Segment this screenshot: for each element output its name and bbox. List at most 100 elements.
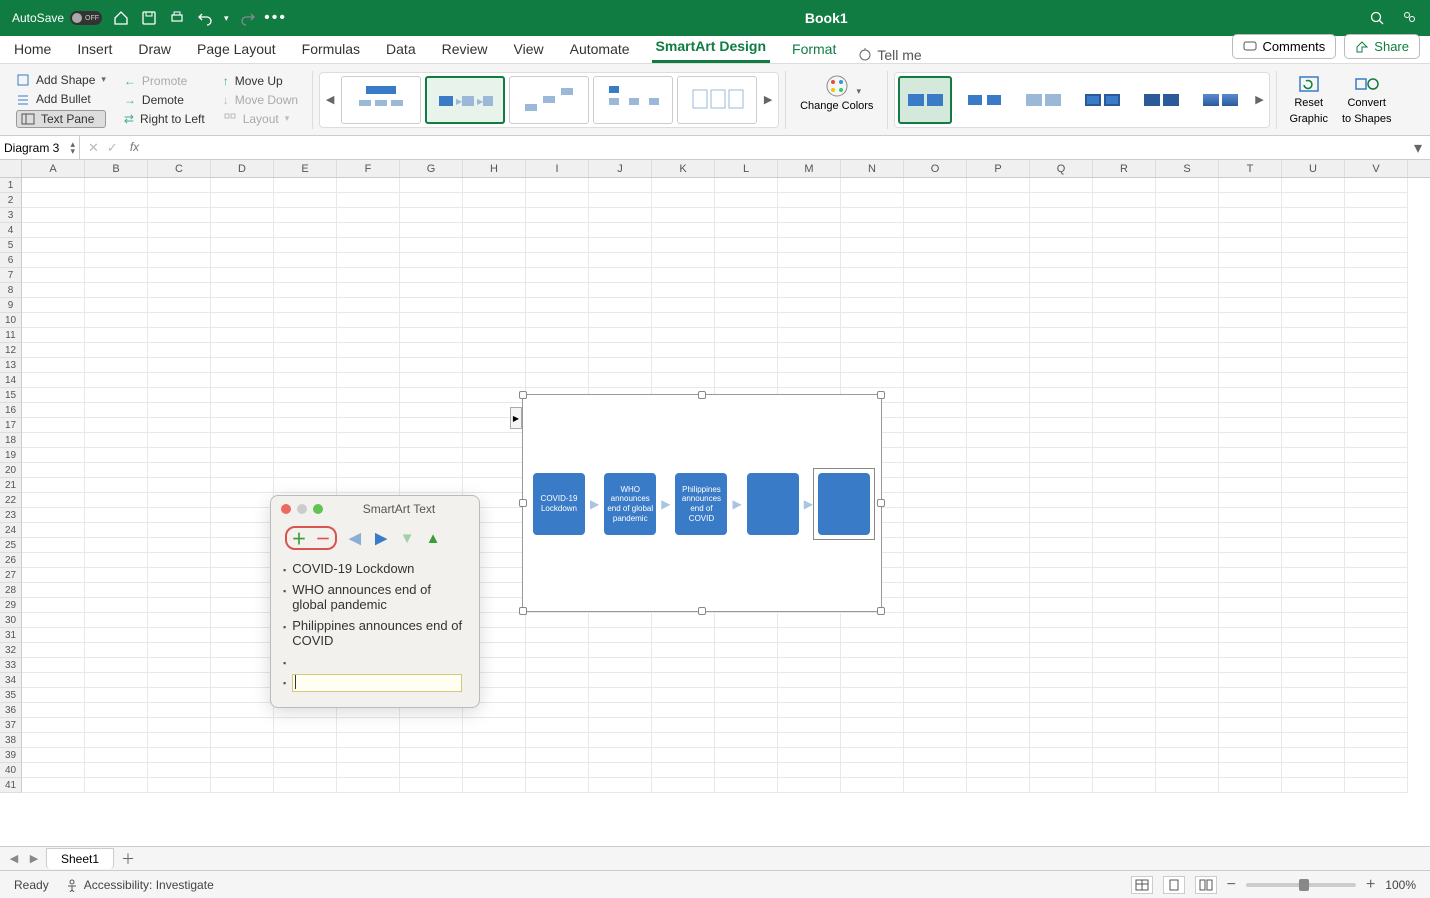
row-header[interactable]: 18 [0, 433, 22, 448]
tab-automate[interactable]: Automate [566, 37, 634, 63]
col-header[interactable]: L [715, 160, 778, 177]
row-header[interactable]: 17 [0, 418, 22, 433]
zoom-out-button[interactable]: − [1227, 876, 1236, 894]
text-pane-item[interactable]: ▪WHO announces end of global pandemic [283, 579, 467, 615]
style-option-5[interactable] [1134, 76, 1188, 124]
col-header[interactable]: U [1282, 160, 1345, 177]
row-header[interactable]: 16 [0, 403, 22, 418]
save-icon[interactable] [140, 9, 158, 27]
move-down-arrow-icon[interactable]: ▼ [399, 530, 415, 546]
smartart-box-3[interactable]: Philippines announces end of COVID [675, 473, 727, 535]
row-header[interactable]: 32 [0, 643, 22, 658]
accessibility-status[interactable]: Accessibility: Investigate [65, 878, 214, 892]
row-header[interactable]: 28 [0, 583, 22, 598]
undo-dropdown-icon[interactable]: ▾ [224, 13, 229, 24]
row-header[interactable]: 10 [0, 313, 22, 328]
add-item-button[interactable]: ＋ [291, 530, 307, 546]
row-header[interactable]: 1 [0, 178, 22, 193]
row-header[interactable]: 37 [0, 718, 22, 733]
col-header[interactable]: N [841, 160, 904, 177]
col-header[interactable]: R [1093, 160, 1156, 177]
col-header[interactable]: G [400, 160, 463, 177]
row-header[interactable]: 20 [0, 463, 22, 478]
col-header[interactable]: A [22, 160, 85, 177]
row-header[interactable]: 33 [0, 658, 22, 673]
col-header[interactable]: F [337, 160, 400, 177]
row-header[interactable]: 29 [0, 598, 22, 613]
text-pane-button[interactable]: Text Pane [16, 110, 106, 128]
share-button[interactable]: Share [1344, 34, 1420, 59]
col-header[interactable]: J [589, 160, 652, 177]
add-bullet-button[interactable]: Add Bullet [16, 91, 106, 107]
view-page-break-icon[interactable] [1195, 876, 1217, 894]
row-header[interactable]: 9 [0, 298, 22, 313]
zoom-level[interactable]: 100% [1385, 878, 1416, 892]
row-header[interactable]: 3 [0, 208, 22, 223]
layouts-next[interactable]: ▶ [761, 76, 775, 124]
text-pane-item[interactable]: ▪Philippines announces end of COVID [283, 615, 467, 651]
row-header[interactable]: 38 [0, 733, 22, 748]
row-header[interactable]: 36 [0, 703, 22, 718]
sheet-prev-icon[interactable]: ◀ [6, 852, 22, 865]
move-up-arrow-icon[interactable]: ▲ [425, 530, 441, 546]
formula-collapse[interactable]: ▾ [1406, 138, 1430, 158]
col-header[interactable]: D [211, 160, 274, 177]
style-option-1[interactable] [898, 76, 952, 124]
row-header[interactable]: 6 [0, 253, 22, 268]
row-header[interactable]: 35 [0, 688, 22, 703]
promote-arrow-icon[interactable]: ◀ [347, 530, 363, 546]
tab-home[interactable]: Home [10, 37, 55, 63]
col-header[interactable]: H [463, 160, 526, 177]
tab-page-layout[interactable]: Page Layout [193, 37, 280, 63]
zoom-slider[interactable] [1246, 883, 1356, 887]
layouts-prev[interactable]: ◀ [323, 76, 337, 124]
row-header[interactable]: 2 [0, 193, 22, 208]
row-header[interactable]: 25 [0, 538, 22, 553]
convert-to-shapes-button[interactable]: Convert to Shapes [1336, 73, 1398, 125]
smartart-box-5[interactable] [818, 473, 870, 535]
search-icon[interactable] [1368, 9, 1386, 27]
text-pane-item[interactable]: ▪COVID-19 Lockdown [283, 558, 467, 579]
tab-data[interactable]: Data [382, 37, 420, 63]
styles-next[interactable]: ▶ [1252, 76, 1266, 124]
row-header[interactable]: 7 [0, 268, 22, 283]
tab-view[interactable]: View [510, 37, 548, 63]
tab-formulas[interactable]: Formulas [298, 37, 364, 63]
row-header[interactable]: 22 [0, 493, 22, 508]
rtl-button[interactable]: ⇄Right to Left [124, 111, 205, 127]
style-option-3[interactable] [1016, 76, 1070, 124]
row-header[interactable]: 11 [0, 328, 22, 343]
select-all-corner[interactable] [0, 160, 22, 177]
change-colors-button[interactable]: Change Colors ▾ [792, 74, 881, 125]
col-header[interactable]: M [778, 160, 841, 177]
col-header[interactable]: C [148, 160, 211, 177]
row-header[interactable]: 21 [0, 478, 22, 493]
row-header[interactable]: 30 [0, 613, 22, 628]
max-dot-icon[interactable] [313, 504, 323, 514]
text-pane-item-active[interactable]: ▪ [283, 671, 467, 695]
name-box[interactable]: Diagram 3▴▾ [0, 136, 80, 159]
zoom-in-button[interactable]: + [1366, 876, 1375, 894]
row-header[interactable]: 34 [0, 673, 22, 688]
tab-draw[interactable]: Draw [134, 37, 175, 63]
add-shape-button[interactable]: Add Shape▾ [16, 72, 106, 88]
smartart-box-4[interactable] [747, 473, 799, 535]
row-header[interactable]: 41 [0, 778, 22, 793]
row-header[interactable]: 14 [0, 373, 22, 388]
layout-option-5[interactable] [677, 76, 757, 124]
row-header[interactable]: 5 [0, 238, 22, 253]
view-normal-icon[interactable] [1131, 876, 1153, 894]
sheet-next-icon[interactable]: ▶ [26, 852, 42, 865]
demote-button[interactable]: →Demote [124, 92, 205, 108]
style-option-2[interactable] [957, 76, 1011, 124]
tellme[interactable]: Tell me [858, 47, 921, 63]
promote-button[interactable]: ←Promote [124, 73, 205, 89]
tab-smartart-design[interactable]: SmartArt Design [652, 34, 770, 63]
row-header[interactable]: 23 [0, 508, 22, 523]
sheet-tab[interactable]: Sheet1 [46, 848, 114, 869]
home-icon[interactable] [112, 9, 130, 27]
confirm-icon[interactable]: ✓ [107, 140, 118, 156]
cancel-icon[interactable]: ✕ [88, 140, 99, 156]
style-option-4[interactable] [1075, 76, 1129, 124]
col-header[interactable]: S [1156, 160, 1219, 177]
